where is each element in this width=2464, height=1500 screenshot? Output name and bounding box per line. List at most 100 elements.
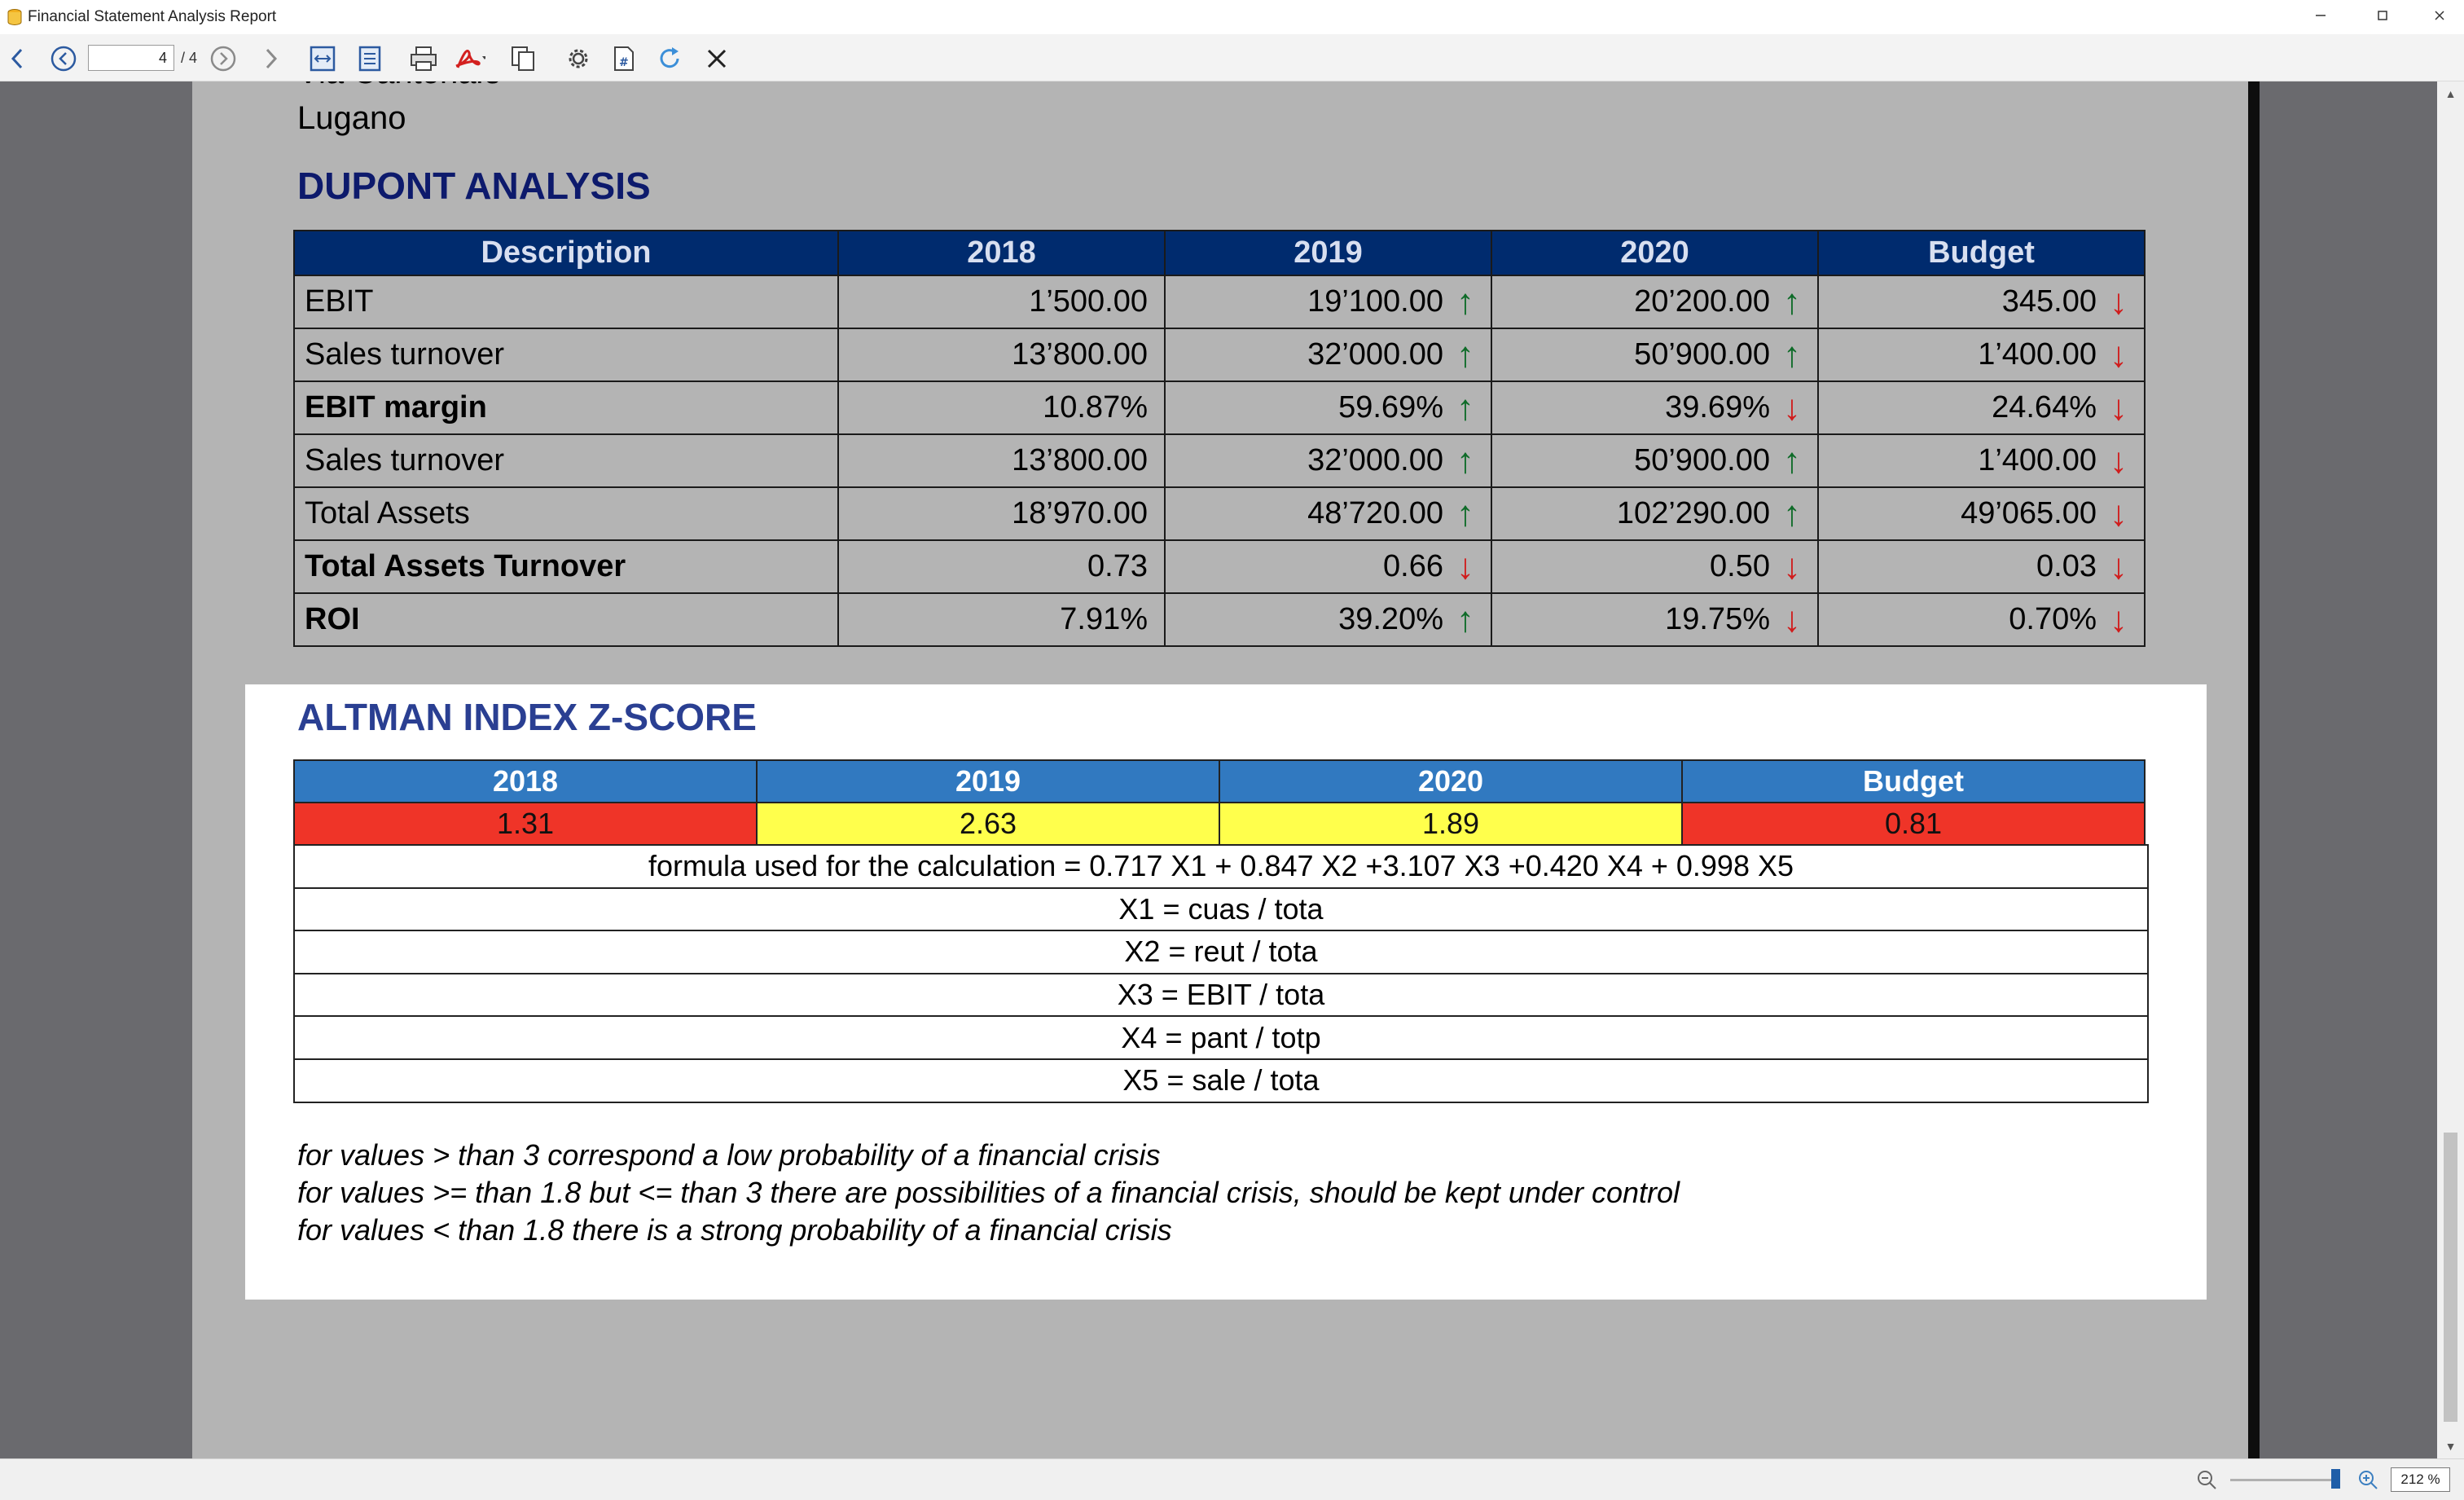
refresh-icon[interactable]	[653, 42, 686, 75]
note-medium-risk: for values >= than 1.8 but <= than 3 the…	[297, 1176, 1680, 1209]
address-street: Via Cantonale	[297, 81, 502, 91]
trend-down-icon: ↓	[1456, 546, 1474, 587]
value-2020: 19.75% ↓	[1491, 592, 1819, 647]
header-2019: 2019	[1164, 230, 1492, 276]
trend-down-icon: ↓	[2110, 493, 2128, 534]
scroll-up-icon[interactable]: ▲	[2437, 81, 2464, 106]
formula-x4: X4 = pant / totp	[293, 1015, 2149, 1060]
formula-x5: X5 = sale / tota	[293, 1058, 2149, 1103]
altman-score-table: 2018 2019 2020 Budget 1.31 2.63 1.89 0.8…	[293, 759, 2146, 846]
minimize-icon	[2314, 8, 2327, 27]
dupont-title: DUPONT ANALYSIS	[297, 165, 651, 207]
value-2019: 48’720.00 ↑	[1164, 486, 1492, 541]
row-description: Total Assets	[293, 486, 839, 541]
page-number-icon[interactable]: #	[608, 42, 640, 75]
zoom-slider-knob[interactable]	[2331, 1469, 2340, 1489]
fit-page-icon[interactable]	[354, 42, 386, 75]
formula-row: formula used for the calculation = 0.717…	[293, 844, 2149, 889]
altman-header-2018: 2018	[293, 759, 758, 803]
app-icon	[7, 8, 23, 26]
formula-table: formula used for the calculation = 0.717…	[293, 844, 2149, 1103]
document-viewer[interactable]: Via Cantonale Lugano DUPONT ANALYSIS Des…	[0, 81, 2437, 1458]
print-icon[interactable]	[407, 42, 440, 75]
vertical-scrollbar[interactable]: ▲ ▼	[2437, 81, 2464, 1458]
value-2018: 18’970.00	[837, 486, 1166, 541]
value-text: 13’800.00	[1012, 443, 1148, 477]
value-text: 19.75%	[1665, 602, 1770, 636]
fit-width-icon[interactable]	[306, 42, 339, 75]
title-bar: Financial Statement Analysis Report	[0, 0, 2464, 34]
value-2018: 0.73	[837, 539, 1166, 594]
page-shadow	[2248, 81, 2260, 1458]
next-page-icon[interactable]	[207, 42, 239, 75]
value-text: 102’290.00	[1616, 496, 1770, 530]
zoom-level-input[interactable]	[2391, 1467, 2450, 1492]
forward-arrow-icon[interactable]	[254, 42, 287, 75]
value-budget: 0.03 ↓	[1817, 539, 2146, 594]
scrollbar-thumb[interactable]	[2444, 1133, 2457, 1422]
pdf-export-icon[interactable]	[453, 42, 485, 75]
value-budget: 0.70% ↓	[1817, 592, 2146, 647]
trend-up-icon: ↑	[1456, 334, 1474, 375]
close-report-icon[interactable]	[701, 42, 733, 75]
value-text: 19’100.00	[1307, 284, 1443, 319]
value-text: 1’400.00	[1978, 443, 2097, 477]
zoom-in-icon[interactable]	[2357, 1469, 2378, 1494]
z-score-2018: 1.31	[293, 802, 758, 846]
value-text: 10.87%	[1043, 390, 1148, 424]
table-row: Total Assets Turnover 0.73 0.66 ↓ 0.50 ↓ 0.03 ↓	[293, 539, 2146, 594]
zoom-slider[interactable]	[2230, 1479, 2338, 1481]
altman-header-row: 2018 2019 2020 Budget	[293, 759, 2146, 803]
settings-icon[interactable]	[562, 42, 595, 75]
trend-up-icon: ↑	[1456, 599, 1474, 640]
value-2019: 32’000.00 ↑	[1164, 433, 1492, 488]
row-description: EBIT	[293, 275, 839, 329]
close-window-button[interactable]	[2416, 0, 2463, 34]
value-budget: 24.64% ↓	[1817, 380, 2146, 435]
trend-down-icon: ↓	[2110, 334, 2128, 375]
header-2018: 2018	[837, 230, 1166, 276]
z-score-budget: 0.81	[1681, 802, 2146, 846]
trend-up-icon: ↑	[1783, 440, 1801, 481]
status-bar	[0, 1458, 2464, 1500]
trend-down-icon: ↓	[2110, 281, 2128, 322]
trend-down-icon: ↓	[2110, 387, 2128, 428]
row-description: Sales turnover	[293, 433, 839, 488]
toolbar: / 4 #	[0, 34, 2464, 81]
altman-score-row: 1.31 2.63 1.89 0.81	[293, 802, 2146, 846]
maximize-button[interactable]	[2359, 0, 2406, 34]
note-low-risk: for values > than 3 correspond a low pro…	[297, 1138, 1161, 1172]
header-description: Description	[293, 230, 839, 276]
value-text: 50’900.00	[1634, 337, 1770, 372]
value-2018: 1’500.00	[837, 275, 1166, 329]
value-2018: 13’800.00	[837, 328, 1166, 382]
trend-up-icon: ↑	[1456, 493, 1474, 534]
previous-page-icon[interactable]	[47, 42, 80, 75]
page-number-input[interactable]	[88, 45, 174, 71]
altman-title: ALTMAN INDEX Z-SCORE	[297, 696, 757, 738]
zoom-out-icon[interactable]	[2196, 1469, 2217, 1494]
minimize-button[interactable]	[2297, 0, 2344, 34]
formula-row: X5 = sale / tota	[293, 1058, 2149, 1103]
close-icon	[2433, 8, 2446, 27]
altman-header-2020: 2020	[1219, 759, 1683, 803]
altman-header-budget: Budget	[1681, 759, 2146, 803]
scroll-down-icon[interactable]: ▼	[2437, 1434, 2464, 1458]
address-city: Lugano	[297, 100, 406, 136]
value-2019: 19’100.00 ↑	[1164, 275, 1492, 329]
value-text: 32’000.00	[1307, 337, 1443, 372]
value-text: 48’720.00	[1307, 496, 1443, 530]
value-2020: 102’290.00 ↑	[1491, 486, 1819, 541]
z-score-2019: 2.63	[756, 802, 1220, 846]
value-text: 39.69%	[1665, 390, 1770, 424]
back-arrow-icon[interactable]	[2, 42, 34, 75]
value-2019: 32’000.00 ↑	[1164, 328, 1492, 382]
value-text: 39.20%	[1338, 602, 1443, 636]
trend-up-icon: ↑	[1783, 493, 1801, 534]
trend-up-icon: ↑	[1456, 387, 1474, 428]
table-row: Sales turnover 13’800.00 32’000.00 ↑ 50’900.…	[293, 328, 2146, 382]
value-text: 13’800.00	[1012, 337, 1148, 372]
formula-row: X2 = reut / tota	[293, 930, 2149, 974]
copy-icon[interactable]	[507, 42, 539, 75]
value-text: 1’500.00	[1029, 284, 1148, 319]
